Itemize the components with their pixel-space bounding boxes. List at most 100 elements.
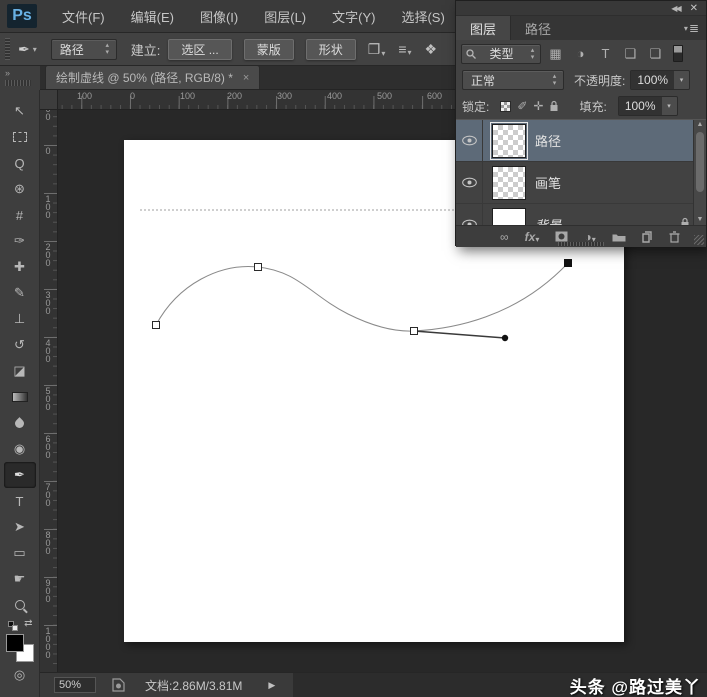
path-alignment-button[interactable]: ≡ ▾ [398, 41, 411, 57]
scrollbar-thumb[interactable] [696, 132, 704, 192]
type-icon: T [16, 494, 24, 509]
filter-type-select[interactable]: 类型 ▴▾ [461, 44, 541, 64]
layer-row-background[interactable]: 背景 [456, 204, 706, 225]
filter-type-layers-icon[interactable]: T [595, 45, 616, 63]
layers-panel: ◀◀ ✕ 图层 路径 ▾ ≣ 类型 ▴▾ ▦ [455, 0, 707, 246]
layer-style-button[interactable]: fx▾ [525, 230, 540, 244]
menu-image[interactable]: 图像(I) [187, 7, 251, 26]
color-controls[interactable]: ⇄ [5, 618, 35, 632]
filter-shape-layers-icon[interactable]: ❑ [620, 45, 641, 63]
status-options-arrow[interactable]: ▶ [268, 680, 275, 691]
scroll-up-icon[interactable]: ▲ [694, 120, 706, 130]
quick-mask-tool[interactable]: ◎ [4, 662, 36, 688]
lock-pixels-icon[interactable]: ✐ [517, 99, 527, 113]
path-arrange-button[interactable]: ❖ [425, 41, 438, 58]
filter-smart-objects-icon[interactable]: ❏ [645, 45, 666, 63]
crop-tool[interactable]: # [4, 202, 36, 228]
close-tab-icon[interactable]: × [243, 72, 249, 84]
layer-row-path[interactable]: 路径 [456, 120, 706, 162]
panel-menu-button[interactable]: ▾ ≣ [684, 16, 706, 40]
color-swatches[interactable] [6, 634, 34, 662]
options-bar-grip[interactable] [5, 38, 10, 60]
panel-drag-handle[interactable] [558, 242, 604, 246]
menu-type[interactable]: 文字(Y) [319, 7, 388, 26]
healing-brush-tool[interactable]: ✚ [4, 254, 36, 280]
make-shape-button[interactable]: 形状 [306, 39, 356, 60]
move-tool[interactable]: ↖ [4, 98, 36, 124]
pen-tool[interactable]: ✒ [4, 462, 36, 488]
layer-thumbnail[interactable] [492, 124, 526, 158]
foreground-color-swatch[interactable] [6, 634, 24, 652]
filter-toggle-switch[interactable] [673, 45, 683, 62]
collapse-panels-icon[interactable]: ◀◀ [671, 4, 679, 13]
make-selection-button[interactable]: 选区 ... [168, 39, 231, 60]
layers-scrollbar[interactable]: ▲ ▼ [693, 120, 706, 225]
chevron-down-icon[interactable]: ▾ [662, 97, 677, 115]
ruler-label: 100 [180, 91, 195, 101]
panel-resize-grip[interactable] [694, 235, 704, 245]
menu-select[interactable]: 选择(S) [388, 7, 457, 26]
lock-transparency-icon[interactable] [500, 101, 511, 112]
layer-thumbnail[interactable] [492, 166, 526, 200]
eyedropper-icon: ✑ [14, 233, 25, 249]
brush-tool[interactable]: ✎ [4, 280, 36, 306]
dodge-tool[interactable]: ◉ [4, 436, 36, 462]
history-brush-tool[interactable]: ↺ [4, 332, 36, 358]
lasso-tool[interactable]: Q [4, 150, 36, 176]
document-tab[interactable]: 绘制虚线 @ 50% (路径, RGB/8) * × [45, 65, 260, 89]
menu-layer[interactable]: 图层(L) [251, 7, 319, 26]
layer-name[interactable]: 路径 [535, 131, 561, 150]
gradient-icon [12, 392, 28, 402]
collapse-toolbar-icon[interactable]: » [5, 68, 10, 78]
marquee-tool[interactable] [4, 124, 36, 150]
tab-layers[interactable]: 图层 [456, 16, 511, 40]
shape-tool[interactable]: ▭ [4, 540, 36, 566]
quick-selection-tool[interactable]: ⊛ [4, 176, 36, 202]
tool-mode-select[interactable]: 路径 ▴▾ [51, 39, 117, 60]
eyedropper-tool[interactable]: ✑ [4, 228, 36, 254]
link-layers-icon[interactable]: ∞ [500, 230, 509, 244]
add-layer-mask-icon[interactable] [555, 231, 568, 242]
gradient-tool[interactable] [4, 384, 36, 410]
menu-file[interactable]: 文件(F) [49, 7, 118, 26]
make-mask-button[interactable]: 蒙版 [244, 39, 294, 60]
vertical-ruler[interactable]: 100 0 100 200 300 400 500 600 700 800 90… [40, 110, 58, 672]
zoom-tool[interactable] [4, 592, 36, 618]
pen-tool-preset[interactable]: ✒ ▾ [18, 41, 37, 58]
filter-adjustment-layers-icon[interactable]: ◑ [570, 45, 591, 63]
close-panel-icon[interactable]: ✕ [690, 3, 698, 14]
new-layer-icon[interactable] [642, 231, 653, 243]
visibility-eye-icon[interactable] [456, 120, 483, 161]
layer-name[interactable]: 背景 [535, 215, 561, 225]
layer-name[interactable]: 画笔 [535, 173, 561, 192]
chevron-down-icon[interactable]: ▾ [674, 71, 689, 89]
hand-tool[interactable]: ☛ [4, 566, 36, 592]
filter-pixel-layers-icon[interactable]: ▦ [545, 45, 566, 63]
document-status-icon[interactable] [112, 678, 125, 692]
blur-tool[interactable] [4, 410, 36, 436]
chevron-down-icon: ▾ [33, 45, 37, 54]
delete-layer-icon[interactable] [669, 231, 680, 243]
fill-field[interactable]: 100% ▾ [618, 96, 678, 116]
tab-paths[interactable]: 路径 [511, 16, 565, 40]
opacity-value: 100% [631, 71, 674, 89]
eraser-tool[interactable]: ◪ [4, 358, 36, 384]
zoom-level-field[interactable] [54, 677, 96, 693]
blend-mode-select[interactable]: 正常 ▴▾ [462, 70, 564, 90]
scroll-down-icon[interactable]: ▼ [694, 215, 706, 225]
opacity-field[interactable]: 100% ▾ [630, 70, 690, 90]
type-tool[interactable]: T [4, 488, 36, 514]
blur-icon [13, 417, 26, 430]
layer-thumbnail[interactable] [492, 208, 526, 226]
lock-all-icon[interactable] [549, 100, 559, 112]
visibility-eye-icon[interactable] [456, 204, 483, 225]
toolbar-grip[interactable] [5, 80, 31, 86]
path-operations-button[interactable]: ❐ ▾ [368, 41, 386, 58]
path-selection-tool[interactable]: ➤ [4, 514, 36, 540]
clone-stamp-tool[interactable]: ⊥ [4, 306, 36, 332]
menu-edit[interactable]: 编辑(E) [118, 7, 187, 26]
new-group-icon[interactable] [612, 232, 626, 242]
lock-position-icon[interactable]: ✛ [533, 99, 543, 113]
layer-row-brush[interactable]: 画笔 [456, 162, 706, 204]
visibility-eye-icon[interactable] [456, 162, 483, 203]
